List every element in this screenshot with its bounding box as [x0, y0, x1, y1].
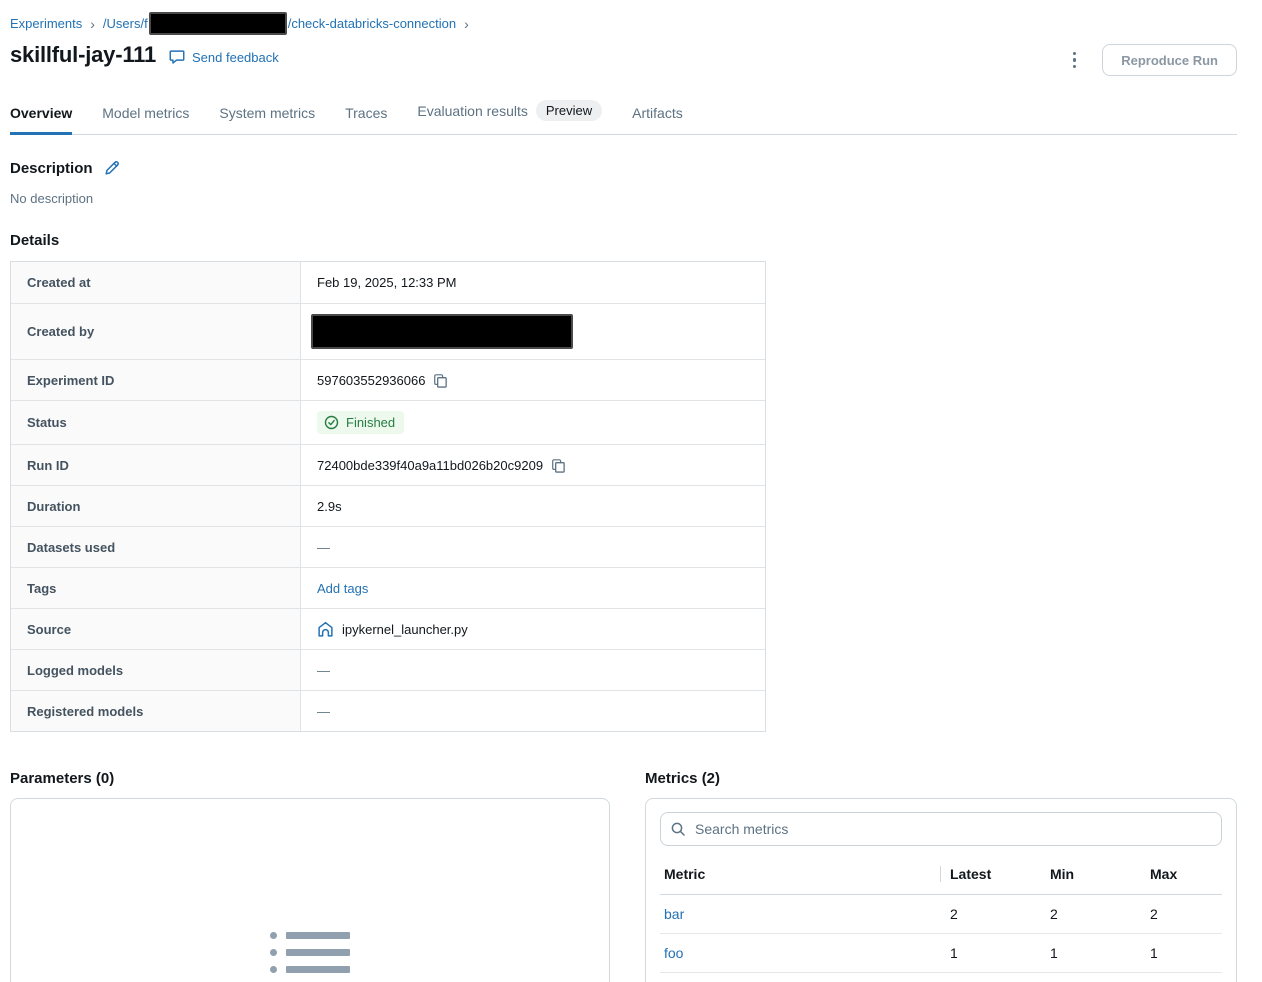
- metrics-heading: Metrics (2): [645, 770, 1237, 787]
- breadcrumb-experiment-path-link[interactable]: /Users/f/check-databricks-connection: [103, 12, 456, 35]
- header-row: skillful-jay-111 Send feedback Reproduce…: [10, 42, 1237, 76]
- table-row: foo 1 1 1: [660, 934, 1222, 973]
- speech-bubble-icon: [168, 48, 186, 66]
- notebook-home-icon: [317, 621, 334, 638]
- chevron-right-icon: ›: [90, 17, 95, 31]
- description-heading: Description: [10, 160, 93, 177]
- parameters-heading: Parameters (0): [10, 770, 610, 787]
- breadcrumb-path-prefix: /Users/f: [103, 16, 148, 31]
- registered-models-empty-value: —: [317, 704, 330, 719]
- tab-evaluation-results[interactable]: Evaluation results Preview: [417, 94, 602, 135]
- chevron-right-icon: ›: [464, 17, 469, 31]
- search-icon: [670, 821, 686, 842]
- copy-icon: [433, 373, 448, 388]
- table-row: Experiment ID 597603552936066: [11, 359, 765, 400]
- duration-value: 2.9s: [317, 499, 342, 514]
- edit-description-button[interactable]: [103, 159, 121, 177]
- table-row: Logged models —: [11, 649, 765, 690]
- status-badge: Finished: [317, 411, 404, 434]
- overflow-menu-button[interactable]: [1065, 46, 1085, 75]
- run-overview-page: Experiments › /Users/f/check-databricks-…: [0, 0, 1262, 982]
- tab-model-metrics[interactable]: Model metrics: [102, 99, 189, 135]
- column-header-metric: Metric: [660, 866, 941, 882]
- metric-latest-value: 2: [941, 906, 1041, 922]
- metrics-panel: Metric Latest Min Max bar 2 2 2 foo 1: [645, 798, 1237, 982]
- no-description-text: No description: [10, 191, 1237, 206]
- metric-max-value: 2: [1141, 906, 1222, 922]
- logged-models-empty-value: —: [317, 663, 330, 678]
- add-tags-link[interactable]: Add tags: [317, 581, 368, 596]
- breadcrumb-path-suffix: /check-databricks-connection: [288, 16, 456, 31]
- breadcrumb: Experiments › /Users/f/check-databricks-…: [10, 12, 1237, 35]
- tab-traces[interactable]: Traces: [345, 99, 387, 135]
- check-circle-icon: [324, 415, 339, 430]
- column-header-max: Max: [1141, 866, 1222, 882]
- metric-min-value: 2: [1041, 906, 1141, 922]
- metrics-table: Metric Latest Min Max bar 2 2 2 foo 1: [660, 862, 1222, 973]
- metric-max-value: 1: [1141, 945, 1222, 961]
- copy-button[interactable]: [433, 373, 448, 388]
- table-row: Run ID 72400bde339f40a9a11bd026b20c9209: [11, 444, 765, 485]
- tab-overview[interactable]: Overview: [10, 99, 72, 135]
- tab-system-metrics[interactable]: System metrics: [219, 99, 315, 135]
- table-row: Status Finished: [11, 400, 765, 444]
- metric-link-bar[interactable]: bar: [664, 906, 684, 922]
- empty-list-illustration: [270, 932, 350, 982]
- source-value: ipykernel_launcher.py: [342, 622, 468, 637]
- table-row: Created by: [11, 303, 765, 359]
- datasets-empty-value: —: [317, 540, 330, 555]
- redaction-box: [311, 314, 573, 349]
- created-at-value: Feb 19, 2025, 12:33 PM: [317, 275, 456, 290]
- send-feedback-link[interactable]: Send feedback: [168, 48, 279, 66]
- table-row: Registered models —: [11, 690, 765, 731]
- table-row: Created at Feb 19, 2025, 12:33 PM: [11, 262, 765, 303]
- metric-latest-value: 1: [941, 945, 1041, 961]
- table-row: Source ipykernel_launcher.py: [11, 608, 765, 649]
- metrics-table-header: Metric Latest Min Max: [660, 862, 1222, 895]
- redaction-box: [149, 12, 287, 35]
- table-row: Tags Add tags: [11, 567, 765, 608]
- pencil-icon: [103, 159, 121, 177]
- breadcrumb-experiments-link[interactable]: Experiments: [10, 16, 82, 31]
- column-header-min: Min: [1041, 866, 1141, 882]
- details-heading: Details: [10, 232, 1237, 249]
- details-table: Created at Feb 19, 2025, 12:33 PM Create…: [10, 261, 766, 732]
- experiment-id-value: 597603552936066: [317, 373, 425, 388]
- preview-badge: Preview: [536, 100, 602, 121]
- parameters-panel: [10, 798, 610, 982]
- tab-artifacts[interactable]: Artifacts: [632, 99, 683, 135]
- metric-min-value: 1: [1041, 945, 1141, 961]
- copy-button[interactable]: [551, 458, 566, 473]
- table-row: bar 2 2 2: [660, 895, 1222, 934]
- table-row: Duration 2.9s: [11, 485, 765, 526]
- metric-link-foo[interactable]: foo: [664, 945, 683, 961]
- reproduce-run-button[interactable]: Reproduce Run: [1102, 44, 1237, 76]
- run-id-value: 72400bde339f40a9a11bd026b20c9209: [317, 458, 543, 473]
- column-header-latest: Latest: [941, 866, 1041, 882]
- table-row: Datasets used —: [11, 526, 765, 567]
- search-metrics-input[interactable]: [660, 812, 1222, 846]
- tab-bar: Overview Model metrics System metrics Tr…: [10, 94, 1237, 135]
- page-title: skillful-jay-111: [10, 42, 156, 68]
- copy-icon: [551, 458, 566, 473]
